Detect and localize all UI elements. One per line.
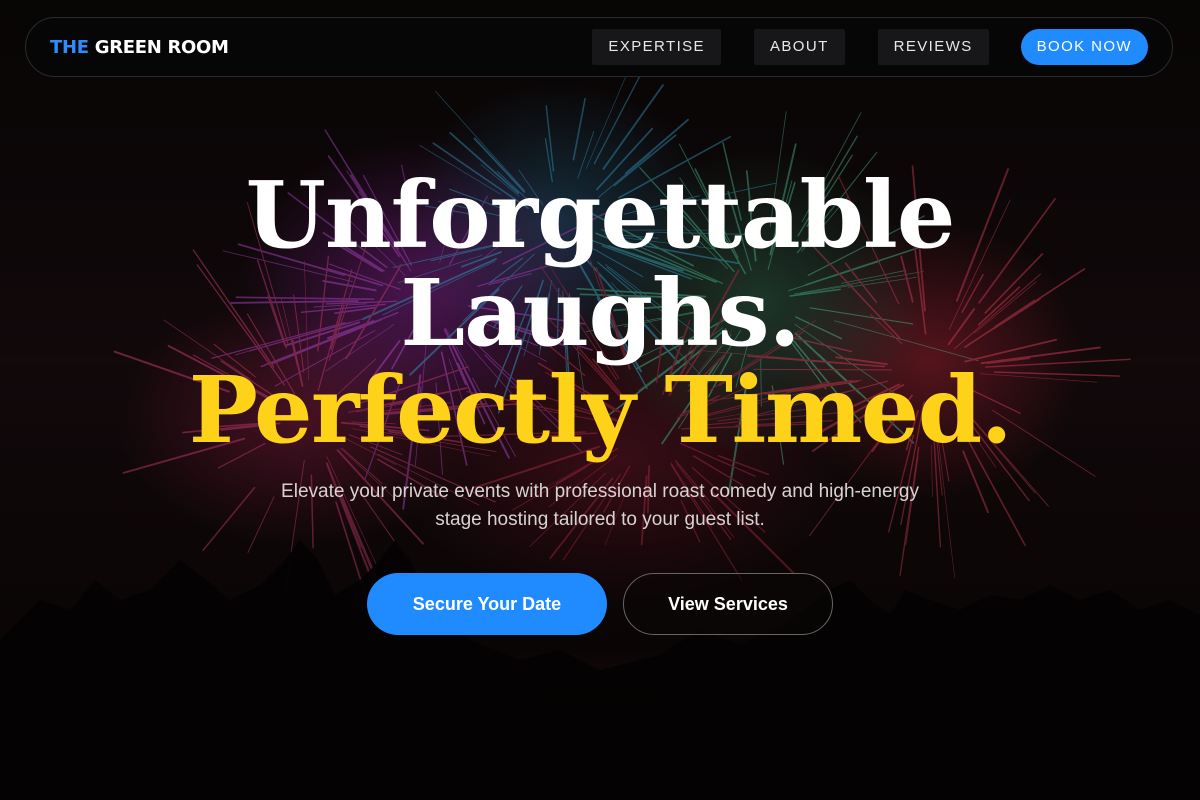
hero-section: THE GREEN ROOM EXPERTISE ABOUT REVIEWS B… bbox=[0, 0, 1200, 800]
nav-link-reviews[interactable]: REVIEWS bbox=[877, 29, 989, 65]
hero-subtitle: Elevate your private events with profess… bbox=[281, 481, 919, 530]
headline-line-3: Perfectly Timed. bbox=[188, 356, 1013, 464]
secure-your-date-button[interactable]: Secure Your Date bbox=[367, 573, 607, 635]
book-now-button[interactable]: BOOK NOW bbox=[1020, 29, 1148, 65]
site-logo[interactable]: THE GREEN ROOM bbox=[50, 37, 229, 58]
nav-link-about[interactable]: ABOUT bbox=[753, 29, 845, 65]
nav-link-expertise[interactable]: EXPERTISE bbox=[592, 29, 721, 65]
nav-links: EXPERTISE ABOUT REVIEWS BOOK NOW bbox=[559, 29, 1148, 65]
headline-line-2: Laughs. bbox=[400, 259, 800, 367]
view-services-button[interactable]: View Services bbox=[623, 573, 833, 635]
top-navbar: THE GREEN ROOM EXPERTISE ABOUT REVIEWS B… bbox=[25, 17, 1173, 77]
logo-accent-text: THE bbox=[50, 36, 89, 58]
logo-text: GREEN ROOM bbox=[88, 36, 229, 58]
headline-line-1: Unforgettable bbox=[245, 161, 956, 269]
